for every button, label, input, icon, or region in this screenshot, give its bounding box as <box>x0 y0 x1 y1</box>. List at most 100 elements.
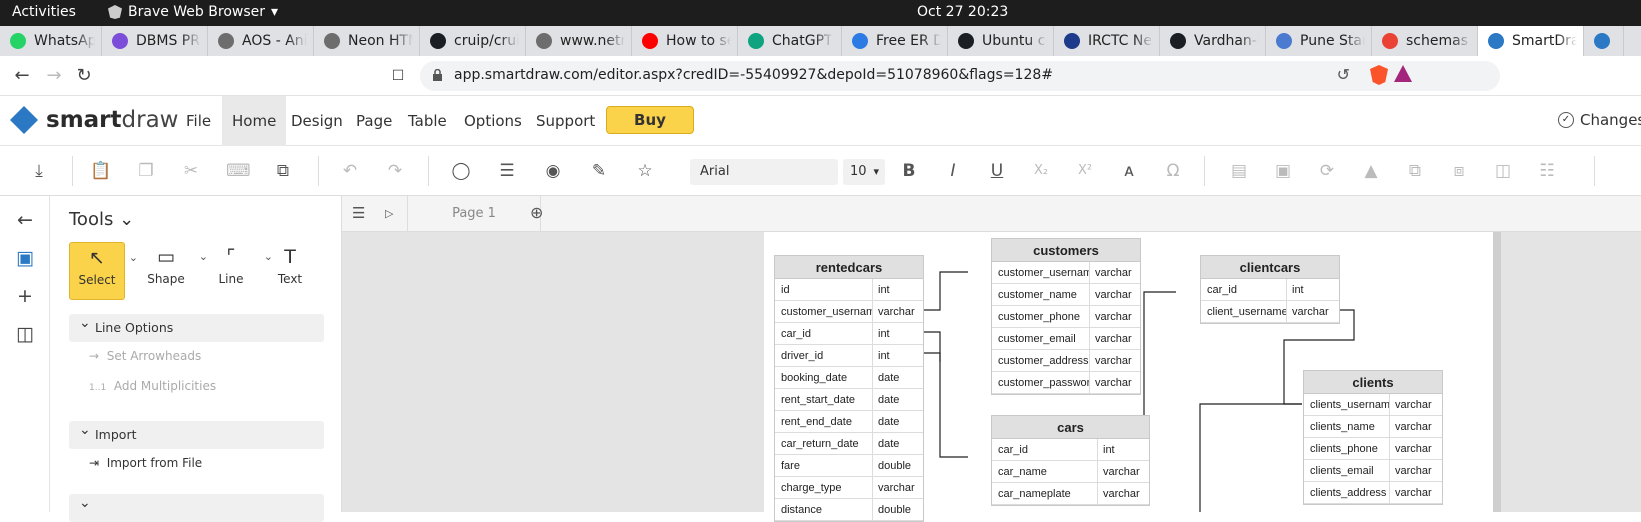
menu-file[interactable]: File <box>176 96 221 146</box>
text-color-icon[interactable]: ᴀ <box>1118 160 1140 182</box>
er-table-row[interactable]: customer_address varchar <box>992 350 1140 372</box>
toolbox-icon[interactable]: ▣ <box>13 246 37 270</box>
er-table-customers[interactable]: customers customer_username varchar custome… <box>991 238 1141 395</box>
undo-icon[interactable]: ↶ <box>339 160 361 182</box>
er-table-row[interactable]: charge_type varchar <box>775 477 923 499</box>
er-table-row[interactable]: customer_username varchar <box>775 301 923 323</box>
plus-icon[interactable]: + <box>13 284 37 308</box>
menu-support[interactable]: Support <box>526 96 605 146</box>
er-table-row[interactable]: clients_username varchar <box>1304 394 1442 416</box>
browser-tab[interactable]: WhatsApp <box>0 26 102 56</box>
browser-tab[interactable]: Pune Start <box>1266 26 1372 56</box>
page-list-icon[interactable]: ☰ <box>352 204 365 222</box>
cut-icon[interactable]: ✂ <box>180 160 202 182</box>
font-size-select[interactable]: 10 <box>843 159 885 185</box>
er-table-row[interactable]: car_name varchar <box>992 461 1149 483</box>
smartdraw-logo[interactable]: smartdraw <box>10 106 178 134</box>
space-evenly-icon[interactable]: ◫ <box>1492 160 1514 182</box>
chevron-down-icon[interactable]: ⌄ <box>129 251 138 264</box>
app-menu[interactable]: Brave Web Browser ▾ <box>108 4 278 20</box>
browser-tab[interactable]: cruip/cruip <box>420 26 526 56</box>
er-table-row[interactable]: clients_name varchar <box>1304 416 1442 438</box>
clock[interactable]: Oct 27 20:23 <box>917 4 1008 20</box>
browser-tab[interactable]: SmartDraw <box>1478 26 1584 56</box>
er-table-row[interactable]: customer_email varchar <box>992 328 1140 350</box>
drawing-canvas[interactable]: rentedcars id int customer_username varchar c… <box>342 232 1641 522</box>
er-table-clientcars[interactable]: clientcars car_id int client_username varcha… <box>1200 255 1340 324</box>
browser-tab[interactable]: Free ER Di <box>842 26 948 56</box>
underline-icon[interactable]: U <box>986 160 1008 182</box>
collapsed-section-header[interactable] <box>69 489 324 522</box>
browser-tab[interactable]: DBMS PRO <box>102 26 208 56</box>
menu-home[interactable]: Home <box>222 96 287 146</box>
er-table-row[interactable]: rent_start_date date <box>775 389 923 411</box>
reload-icon[interactable]: ↻ <box>72 64 96 88</box>
import-from-file-item[interactable]: ⇥ Import from File <box>89 456 202 470</box>
text-tool[interactable]: T Text <box>262 242 318 300</box>
browser-tab[interactable]: IRCTC Nex <box>1054 26 1160 56</box>
line-tool[interactable]: ⌜ Line ⌄ <box>203 242 273 300</box>
er-table-row[interactable]: customer_phone varchar <box>992 306 1140 328</box>
rotate-icon[interactable]: ⟳ <box>1316 160 1338 182</box>
send-back-icon[interactable]: ⧈ <box>1448 160 1470 182</box>
er-table-title[interactable]: customers <box>992 239 1140 262</box>
browser-tab[interactable]: www.netr <box>526 26 632 56</box>
format-painter-icon[interactable]: ⌨ <box>226 160 251 182</box>
italic-icon[interactable]: I <box>942 160 964 182</box>
font-family-select[interactable]: Arial <box>690 159 838 185</box>
menu-options[interactable]: Options <box>454 96 532 146</box>
address-bar[interactable]: app.smartdraw.com/editor.aspx?credID=-55… <box>420 61 1500 91</box>
diagram-page[interactable]: rentedcars id int customer_username varchar c… <box>764 232 1494 522</box>
forward-icon[interactable]: → <box>42 64 66 88</box>
er-table-row[interactable]: id int <box>775 279 923 301</box>
copy-icon[interactable]: ❐ <box>135 160 157 182</box>
er-table-row[interactable]: customer_password varchar <box>992 372 1140 394</box>
activities-button[interactable]: Activities <box>12 4 76 20</box>
er-table-rentedcars[interactable]: rentedcars id int customer_username varcharc… <box>774 255 924 522</box>
tree-layout-icon[interactable]: ☷ <box>1536 160 1558 182</box>
browser-tab[interactable]: schemas d <box>1372 26 1478 56</box>
er-table-row[interactable]: client_username varchar <box>1201 301 1339 323</box>
buy-button[interactable]: Buy <box>606 106 694 134</box>
shape-tool[interactable]: ▭ Shape ⌄ <box>138 242 208 300</box>
er-table-row[interactable]: clients_address varchar <box>1304 482 1442 504</box>
brave-shields-icon[interactable] <box>1370 65 1388 85</box>
fill-color-icon[interactable]: ◉ <box>542 160 564 182</box>
database-icon[interactable]: ◫ <box>13 322 37 346</box>
er-table-title[interactable]: rentedcars <box>775 256 923 279</box>
add-multiplicities-item[interactable]: 1..1 Add Multiplicities <box>89 379 216 393</box>
browser-tab[interactable]: Neon HTML <box>314 26 420 56</box>
tools-title[interactable]: Tools ⌄ <box>69 209 134 230</box>
flip-icon[interactable]: ▲ <box>1360 160 1382 182</box>
menu-design[interactable]: Design <box>281 96 353 146</box>
er-table-row[interactable]: fare double <box>775 455 923 477</box>
duplicate-icon[interactable]: ⧉ <box>272 160 294 182</box>
browser-tab[interactable]: D <box>1584 26 1624 56</box>
menu-table[interactable]: Table <box>398 96 457 146</box>
er-table-clients[interactable]: clients clients_username varchar clients_na… <box>1303 370 1443 505</box>
er-table-cars[interactable]: cars car_id int car_name varchar car_nameplat… <box>991 415 1150 506</box>
er-table-row[interactable]: car_id int <box>992 439 1149 461</box>
vertical-scrollbar[interactable] <box>1493 232 1501 512</box>
er-table-title[interactable]: cars <box>992 416 1149 439</box>
line-color-icon[interactable]: ✎ <box>588 160 610 182</box>
browser-tab[interactable]: ChatGPT <box>738 26 842 56</box>
expand-right-icon[interactable]: ▷ <box>385 207 393 220</box>
bookmark-icon[interactable]: ☐ <box>386 64 410 88</box>
tab-page-1[interactable]: Page 1 <box>407 196 541 232</box>
er-table-title[interactable]: clientcars <box>1201 256 1339 279</box>
group-icon[interactable]: ▣ <box>1272 160 1294 182</box>
er-table-row[interactable]: customer_username varchar <box>992 262 1140 284</box>
bring-front-icon[interactable]: ⧉ <box>1404 160 1426 182</box>
superscript-icon[interactable]: X² <box>1074 160 1096 182</box>
align-shapes-icon[interactable]: ▤ <box>1228 160 1250 182</box>
browser-tab[interactable]: How to se <box>632 26 738 56</box>
add-page-plus-icon[interactable]: ⊕ <box>530 203 543 222</box>
select-tool[interactable]: ↖ Select ⌄ <box>69 242 138 300</box>
bold-icon[interactable]: B <box>898 160 920 182</box>
browser-tab[interactable]: AOS - Anim <box>208 26 314 56</box>
er-table-row[interactable]: car_nameplate varchar <box>992 483 1149 505</box>
menu-page[interactable]: Page <box>346 96 402 146</box>
back-icon[interactable]: ← <box>10 64 34 88</box>
er-table-row[interactable]: customer_name varchar <box>992 284 1140 306</box>
